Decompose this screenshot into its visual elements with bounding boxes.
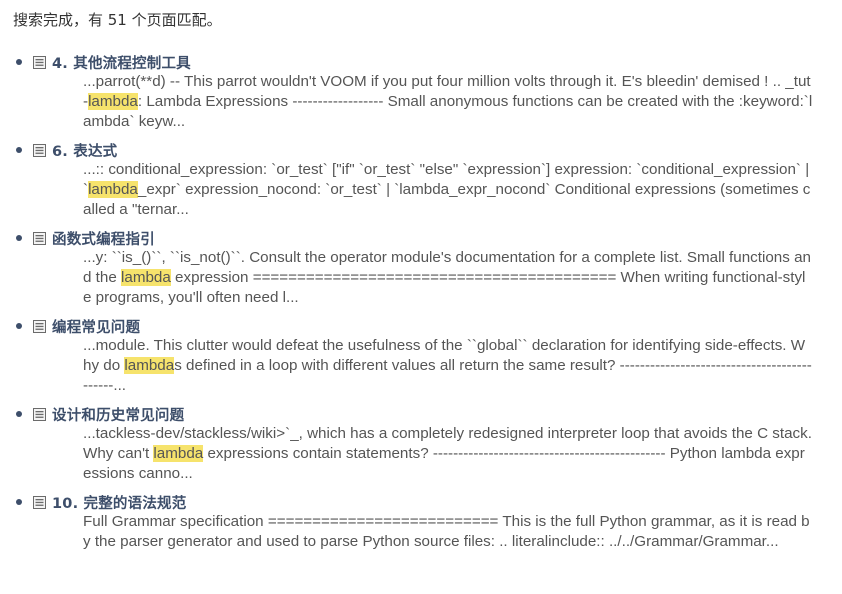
result-title-row: 6. 表达式 [33, 140, 842, 160]
context-text: Full Grammar specification =============… [83, 513, 810, 550]
search-highlight: lambda [153, 445, 204, 462]
result-title-link[interactable]: 函数式编程指引 [52, 228, 155, 249]
context-text: _expr` expression_nocond: `or_test` | `l… [83, 181, 811, 218]
search-result-item: 4. 其他流程控制工具 ...parrot(**d) -- This parrot… [0, 52, 842, 132]
search-result-item: 10. 完整的语法规范 Full Grammar specification ==… [0, 492, 842, 552]
list-bullet [16, 323, 22, 329]
search-highlight: lambda [121, 269, 171, 286]
search-highlight: lambda [88, 181, 138, 198]
result-context: ...module. This clutter would defeat the… [83, 336, 813, 396]
result-title-link[interactable]: 设计和历史常见问题 [52, 404, 184, 425]
result-title-row: 编程常见问题 [33, 316, 842, 336]
list-bullet [16, 411, 22, 417]
search-result-item: 编程常见问题 ...module. This clutter would defe… [0, 316, 842, 396]
search-summary: 搜索完成，有 51 个页面匹配。 [13, 11, 222, 29]
result-title-row: 函数式编程指引 [33, 228, 842, 248]
result-title-link[interactable]: 10. 完整的语法规范 [52, 492, 186, 513]
result-context: ...y: ``is_()``, ``is_not()``. Consult t… [83, 248, 813, 308]
result-context: ...tackless-dev/stackless/wiki>`_, which… [83, 424, 813, 484]
list-bullet [16, 147, 22, 153]
result-title-row: 10. 完整的语法规范 [33, 492, 842, 512]
context-text: : Lambda Expressions ------------------ … [83, 93, 813, 130]
document-icon [33, 231, 46, 245]
search-highlight: lambda [124, 357, 175, 374]
result-context: ...parrot(**d) -- This parrot wouldn't V… [83, 72, 813, 132]
context-text: expression =============================… [83, 269, 806, 306]
document-icon [33, 319, 46, 333]
result-title-link[interactable]: 6. 表达式 [52, 140, 117, 161]
list-bullet [16, 499, 22, 505]
search-result-item: 函数式编程指引 ...y: ``is_()``, ``is_not()``. Co… [0, 228, 842, 308]
result-title-link[interactable]: 4. 其他流程控制工具 [52, 52, 191, 73]
search-highlight: lambda [88, 93, 138, 110]
search-results-list: 4. 其他流程控制工具 ...parrot(**d) -- This parrot… [0, 52, 842, 560]
list-bullet [16, 59, 22, 65]
document-icon [33, 55, 46, 69]
result-context: Full Grammar specification =============… [83, 512, 813, 552]
result-title-row: 设计和历史常见问题 [33, 404, 842, 424]
context-text: s defined in a loop with different value… [83, 357, 812, 394]
document-icon [33, 407, 46, 421]
search-result-item: 6. 表达式...:: conditional_expression: `or_… [0, 140, 842, 220]
result-title-link[interactable]: 编程常见问题 [52, 316, 140, 337]
result-title-row: 4. 其他流程控制工具 [33, 52, 842, 72]
search-result-item: 设计和历史常见问题 ...tackless-dev/stackless/wiki>… [0, 404, 842, 484]
document-icon [33, 495, 46, 509]
list-bullet [16, 235, 22, 241]
result-context: ...:: conditional_expression: `or_test` … [83, 160, 813, 220]
document-icon [33, 143, 46, 157]
